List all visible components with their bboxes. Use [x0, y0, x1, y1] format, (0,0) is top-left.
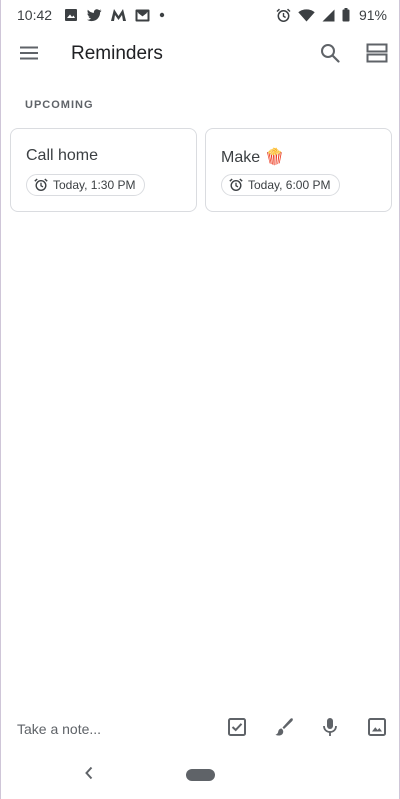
m-logo-icon	[111, 9, 127, 21]
reminder-card[interactable]: Call home Today, 1:30 PM	[10, 128, 197, 212]
alarm-clock-icon	[229, 178, 248, 192]
hamburger-menu-icon	[19, 45, 39, 66]
new-list-button[interactable]	[219, 711, 255, 747]
chevron-left-icon	[83, 766, 95, 785]
alarm-icon	[276, 8, 291, 23]
reminder-time-text: Today, 6:00 PM	[248, 178, 331, 192]
battery-icon	[342, 8, 350, 22]
page-title: Reminders	[71, 43, 163, 64]
mail-icon	[135, 9, 150, 22]
status-time: 10:42	[17, 7, 53, 23]
brush-icon	[274, 717, 294, 742]
image-icon	[64, 8, 78, 22]
menu-button[interactable]	[11, 37, 47, 73]
home-pill-button[interactable]	[186, 769, 215, 781]
checkbox-icon	[227, 717, 247, 742]
battery-level: 91%	[358, 7, 387, 23]
system-navigation-bar	[1, 752, 399, 799]
status-bar: 10:42 91%	[1, 0, 399, 30]
screen: 10:42 91% Reminders UPCOMING Call home T…	[0, 0, 400, 799]
twitter-icon	[87, 8, 102, 22]
layout-toggle-button[interactable]	[359, 37, 395, 73]
wifi-icon	[298, 8, 315, 22]
alarm-clock-icon	[34, 178, 53, 192]
system-icons: 91%	[276, 7, 387, 23]
take-note-input[interactable]	[17, 718, 207, 740]
new-drawing-button[interactable]	[266, 711, 302, 747]
image-note-button[interactable]	[359, 711, 395, 747]
search-icon	[320, 43, 340, 68]
back-button[interactable]	[77, 763, 101, 787]
list-view-icon	[366, 43, 388, 68]
microphone-icon	[322, 717, 338, 742]
signal-icon	[322, 9, 335, 22]
reminder-time-chip[interactable]: Today, 1:30 PM	[26, 174, 145, 196]
bottom-action-bar	[1, 706, 399, 752]
app-bar: Reminders	[1, 30, 399, 80]
dot-icon	[159, 12, 165, 18]
reminder-time-chip[interactable]: Today, 6:00 PM	[221, 174, 340, 196]
voice-note-button[interactable]	[312, 711, 348, 747]
reminder-title: Make 🍿	[221, 149, 285, 166]
search-button[interactable]	[312, 37, 348, 73]
reminder-card[interactable]: Make 🍿 Today, 6:00 PM	[205, 128, 392, 212]
section-label-upcoming: UPCOMING	[25, 99, 94, 111]
reminder-time-text: Today, 1:30 PM	[53, 178, 136, 192]
image-icon	[367, 717, 387, 742]
notification-icons	[64, 8, 165, 22]
reminder-title: Call home	[26, 147, 99, 164]
